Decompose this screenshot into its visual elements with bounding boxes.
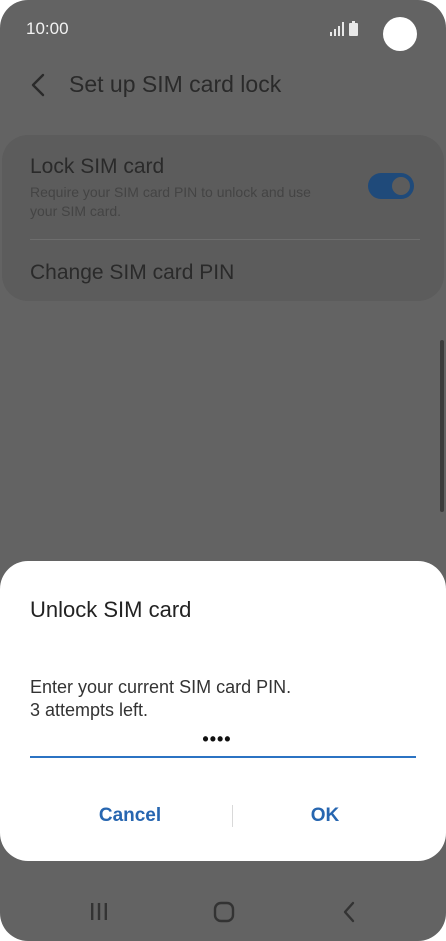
pin-input[interactable]: •••• — [30, 726, 416, 758]
button-separator — [232, 805, 233, 827]
dialog-buttons: Cancel OK — [0, 797, 446, 835]
status-time: 10:00 — [26, 19, 69, 38]
home-icon[interactable] — [209, 897, 239, 927]
unlock-sim-dialog: Unlock SIM card Enter your current SIM c… — [0, 561, 446, 861]
cancel-button[interactable]: Cancel — [30, 797, 230, 835]
page-title: Set up SIM card lock — [69, 71, 282, 97]
pin-value: •••• — [202, 729, 232, 749]
signal-icon — [330, 22, 344, 36]
change-sim-card-pin-title: Change SIM card PIN — [30, 261, 235, 284]
dialog-message: Enter your current SIM card PIN. 3 attem… — [30, 676, 410, 722]
lock-sim-card-toggle[interactable] — [368, 173, 414, 199]
back-arrow-icon[interactable] — [22, 68, 56, 102]
dialog-title: Unlock SIM card — [30, 597, 192, 622]
lock-sim-card-summary: Require your SIM card PIN to unlock and … — [30, 184, 311, 219]
recents-icon[interactable] — [84, 897, 114, 927]
app-header: Set up SIM card lock — [0, 60, 446, 110]
camera-cutout — [383, 17, 417, 51]
scroll-indicator — [440, 340, 444, 512]
dialog-message-line2: 3 attempts left. — [30, 700, 149, 720]
status-bar: 10:00 — [0, 0, 446, 60]
lock-sim-card-setting[interactable]: Lock SIM card Require your SIM card PIN … — [2, 135, 444, 239]
navigation-bar — [0, 885, 446, 941]
settings-card: Lock SIM card Require your SIM card PIN … — [2, 135, 444, 301]
dialog-message-line1: Enter your current SIM card PIN. — [30, 677, 292, 697]
phone-screen: 10:00 Set up SIM card lock Lock SIM card… — [0, 0, 446, 941]
toggle-knob — [390, 175, 412, 197]
battery-icon — [349, 21, 358, 36]
ok-button[interactable]: OK — [234, 797, 416, 835]
change-sim-card-pin-setting[interactable]: Change SIM card PIN — [2, 240, 444, 301]
back-icon[interactable] — [334, 897, 364, 927]
lock-sim-card-title: Lock SIM card — [30, 155, 165, 178]
